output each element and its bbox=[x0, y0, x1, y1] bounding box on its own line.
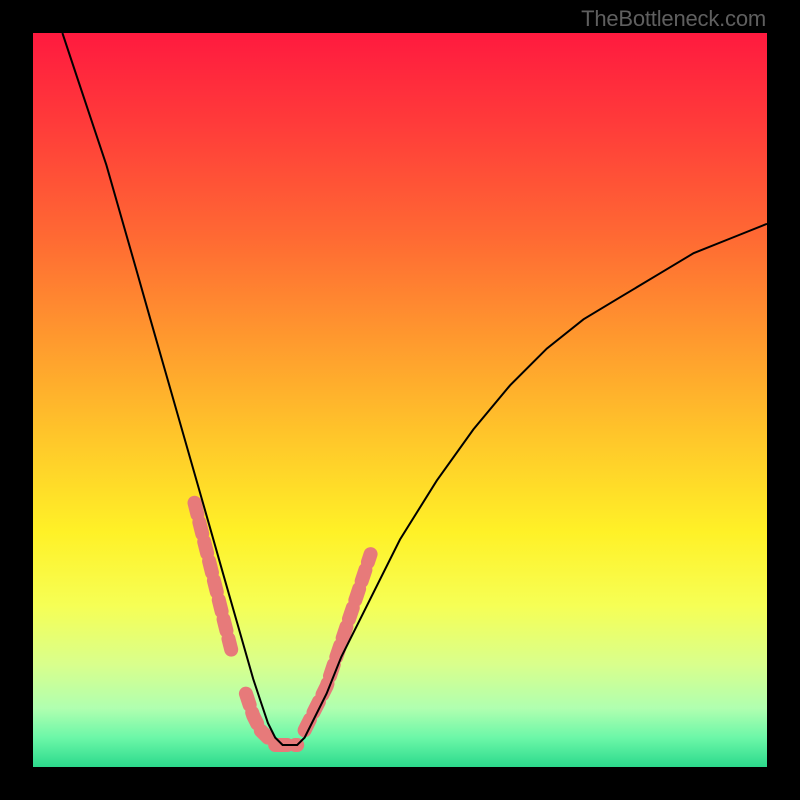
watermark-text: TheBottleneck.com bbox=[581, 6, 766, 32]
plot-area bbox=[33, 33, 767, 767]
bottleneck-curve bbox=[62, 33, 767, 745]
blob-segment bbox=[195, 503, 232, 650]
blob-segment bbox=[305, 554, 371, 730]
marker-group bbox=[195, 503, 371, 745]
curve-layer bbox=[33, 33, 767, 767]
chart-frame: TheBottleneck.com bbox=[0, 0, 800, 800]
